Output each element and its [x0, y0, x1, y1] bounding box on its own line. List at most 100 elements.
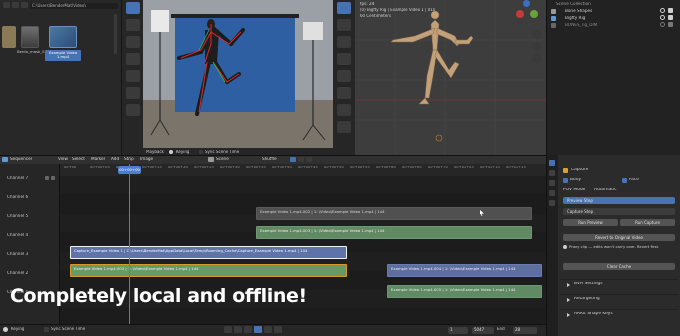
select-tool-icon[interactable] — [126, 2, 140, 14]
visibility-eye-icon[interactable] — [660, 8, 665, 13]
editor-type-menu[interactable]: Sequencer — [10, 157, 32, 161]
rotate-icon[interactable] — [337, 53, 351, 65]
measure-icon[interactable] — [337, 121, 351, 133]
annotate-icon[interactable] — [337, 104, 351, 116]
preview-step-button[interactable]: Preview Step — [563, 197, 675, 204]
sequencer-strip[interactable]: Capture_Example Video 1 | C:\Users\Bende… — [70, 246, 347, 259]
camera-render-icon[interactable] — [668, 8, 673, 13]
rotate-tool-icon[interactable] — [126, 53, 140, 65]
panel-title: Capture — [571, 168, 589, 172]
cache-tab-icon[interactable] — [549, 190, 555, 196]
shuffle-dropdown[interactable]: Shuffle — [262, 157, 277, 161]
cursor-tool-icon[interactable] — [126, 19, 140, 31]
outliner-item-bones-rig[interactable]: BONES_rig_DIM — [565, 23, 597, 27]
play-icon[interactable] — [254, 326, 262, 333]
play-reverse-icon[interactable] — [244, 326, 252, 333]
tool-tab-icon[interactable] — [549, 170, 555, 176]
start-frame-field[interactable]: 5047 — [472, 326, 494, 334]
video-preview[interactable] — [143, 0, 333, 149]
ruler-tick-label: 00+00+30 — [220, 166, 240, 169]
jump-end-icon[interactable] — [274, 326, 282, 333]
camera-render-icon[interactable] — [668, 15, 673, 20]
cursor-icon[interactable] — [337, 19, 351, 31]
menu-marker[interactable]: Marker — [91, 157, 105, 161]
menu-image[interactable]: Image — [140, 157, 153, 161]
run-preview-button[interactable]: Run Preview — [563, 219, 618, 226]
camera-render-icon[interactable] — [668, 22, 673, 27]
menu-add[interactable]: Add — [111, 157, 119, 161]
clear-cache-button[interactable]: Clear Cache — [563, 263, 675, 270]
camera-view-icon[interactable] — [532, 54, 541, 63]
playback-menu[interactable]: Playback — [146, 150, 164, 154]
sequencer-editor-icon[interactable] — [2, 157, 8, 162]
eyedropper-tool-icon[interactable] — [126, 104, 140, 116]
outliner-item-rig[interactable]: Bigfty Rig — [565, 16, 585, 20]
visibility-eye-icon[interactable] — [660, 22, 665, 27]
scale-tool-icon[interactable] — [126, 70, 140, 82]
transform-icon[interactable] — [337, 87, 351, 99]
scene-selector[interactable]: Scene — [216, 157, 229, 161]
annotate-tool-icon[interactable] — [126, 87, 140, 99]
sequencer-strip[interactable]: Example Video 1.mp4.004 | 1: \Video\Exam… — [387, 264, 542, 277]
forward-icon[interactable] — [12, 2, 19, 8]
select-box-icon[interactable] — [337, 2, 351, 14]
move-icon[interactable] — [337, 36, 351, 48]
prev-keyframe-icon[interactable] — [234, 326, 242, 333]
sync-checkbox[interactable] — [199, 149, 203, 154]
revert-video-button[interactable]: Revert to Original Video — [563, 234, 675, 241]
menu-strip[interactable]: Strip — [124, 157, 134, 161]
end-frame-field[interactable]: 28 — [513, 326, 537, 334]
path-field[interactable]: C:\Users\BenderMat\Video\ — [30, 3, 118, 9]
outliner-item-bone-shapes[interactable]: Bone Shapes — [565, 9, 592, 13]
zoom-icon[interactable] — [532, 30, 541, 39]
pov-mode-value[interactable]: Automatic — [594, 188, 617, 192]
ruler-tick-label: 00+00+15 — [142, 166, 162, 169]
capture-step-button[interactable]: Capture Step — [563, 208, 675, 215]
snap-icon[interactable] — [298, 157, 304, 162]
video-thumbnail[interactable] — [49, 26, 77, 48]
chevron-right-icon — [567, 298, 570, 302]
scale-info: 60 Centimeters — [360, 14, 391, 18]
record-icon[interactable] — [169, 149, 173, 154]
sequencer-strip[interactable]: Example Video 1.mp4.003 | 1: \Video\Exam… — [256, 226, 532, 239]
record-icon[interactable] — [3, 327, 8, 332]
menu-select[interactable]: Select — [72, 157, 85, 161]
current-frame-indicator[interactable]: 00+00+00 — [118, 166, 141, 174]
face-checkbox[interactable] — [622, 178, 627, 183]
file-browser-panel: C:\Users\BenderMat\Video\ Bento_mask_Scr… — [0, 0, 121, 155]
back-icon[interactable] — [3, 2, 10, 8]
ruler-tick-label: 00+00+45 — [298, 166, 318, 169]
scale-icon[interactable] — [337, 70, 351, 82]
current-frame-field[interactable]: 1 — [448, 326, 468, 334]
z-axis-gizmo-icon[interactable] — [523, 0, 530, 7]
keying-menu[interactable]: Keying — [176, 150, 189, 154]
object-icon — [551, 23, 556, 28]
file-thumbnail[interactable] — [21, 26, 39, 48]
move-tool-icon[interactable] — [126, 36, 140, 48]
channel-row — [60, 176, 546, 194]
run-capture-button[interactable]: Run Capture — [620, 219, 675, 226]
view-tab-icon[interactable] — [549, 180, 555, 186]
3d-viewport[interactable] — [355, 0, 546, 155]
menu-view[interactable]: View — [58, 157, 68, 161]
sequencer-strip[interactable]: Example Video 1.mp4.003 | 1: \Video\Exam… — [70, 264, 347, 277]
parent-folder-icon[interactable] — [21, 2, 28, 8]
sync-checkbox[interactable] — [44, 327, 49, 332]
folder-icon[interactable] — [2, 26, 16, 48]
proxy-tab-icon[interactable] — [549, 200, 555, 206]
keying-menu[interactable]: Keying — [11, 327, 24, 331]
capture-tab-icon[interactable] — [549, 160, 555, 166]
sequencer-strip[interactable]: Example Video 1.mp4.005 | 1: \Video\Exam… — [387, 285, 542, 298]
next-keyframe-icon[interactable] — [264, 326, 272, 333]
y-axis-gizmo-icon[interactable] — [530, 10, 538, 18]
proportional-icon[interactable] — [306, 157, 312, 162]
overlay-toggle-icon[interactable] — [290, 157, 296, 162]
scrollbar[interactable] — [114, 14, 117, 54]
body-checkbox[interactable] — [563, 178, 568, 183]
jump-start-icon[interactable] — [224, 326, 232, 333]
sequencer-strip[interactable]: Example Video 1.mp4.002 | 1: \Video\Exam… — [256, 207, 532, 220]
pan-icon[interactable] — [532, 42, 541, 51]
visibility-eye-icon[interactable] — [660, 15, 665, 20]
info-icon — [563, 245, 567, 249]
x-axis-gizmo-icon[interactable] — [516, 10, 524, 18]
